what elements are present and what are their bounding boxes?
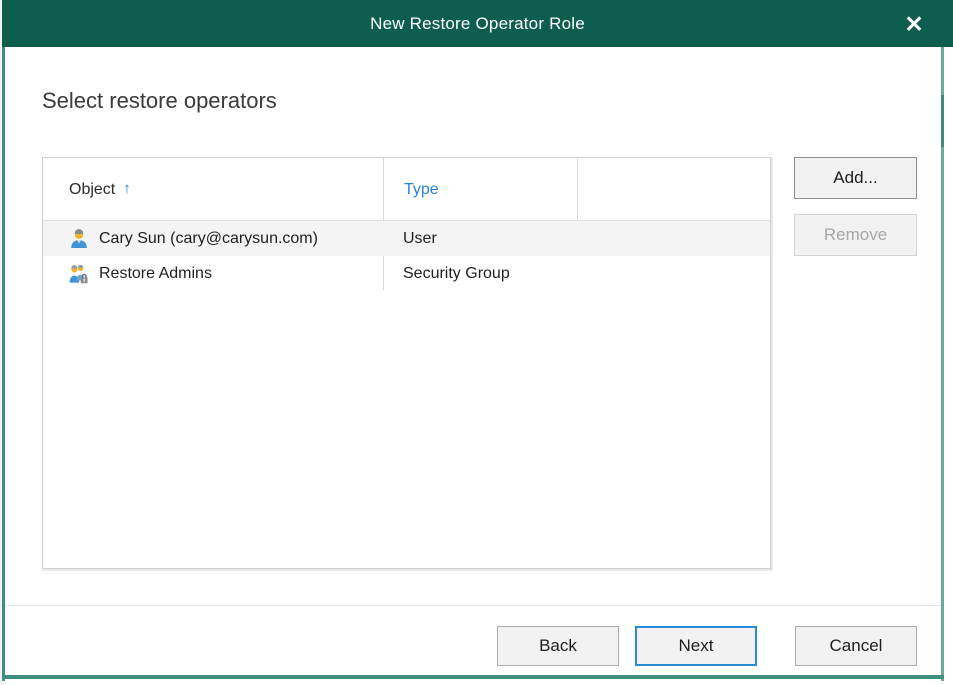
- dialog-body: Select restore operators Object ↑ Type C…: [5, 50, 941, 675]
- next-button[interactable]: Next: [635, 626, 757, 666]
- column-divider-3: [770, 158, 771, 221]
- sort-ascending-icon: ↑: [123, 180, 131, 197]
- footer-separator: [5, 605, 941, 606]
- table-cell-type: User: [403, 229, 437, 247]
- table-cell-object-label: Cary Sun (cary@carysun.com): [99, 229, 318, 247]
- user-icon: [71, 228, 87, 248]
- column-divider-2: [577, 158, 578, 221]
- title-bar: New Restore Operator Role ✕: [2, 0, 953, 47]
- table-cell-object: Restore Admins: [43, 256, 383, 291]
- new-restore-operator-role-dialog: New Restore Operator Role ✕ Select resto…: [0, 0, 953, 685]
- page-title: Select restore operators: [42, 88, 277, 113]
- table-body: Cary Sun (cary@carysun.com) User Restore…: [43, 221, 770, 291]
- column-header-object[interactable]: Object ↑: [43, 158, 383, 221]
- close-icon[interactable]: ✕: [897, 8, 931, 40]
- column-header-type[interactable]: Type: [383, 158, 577, 221]
- add-button[interactable]: Add...: [794, 157, 917, 199]
- cancel-button[interactable]: Cancel: [795, 626, 917, 666]
- table-row[interactable]: Cary Sun (cary@carysun.com) User: [43, 221, 770, 256]
- window-title: New Restore Operator Role: [370, 14, 585, 33]
- table-row[interactable]: Restore Admins Security Group: [43, 256, 770, 291]
- column-header-object-label: Object: [69, 180, 116, 198]
- column-header-type-label: Type: [404, 180, 439, 198]
- restore-operators-list[interactable]: Object ↑ Type Cary Sun (cary@carysun.com…: [42, 157, 771, 569]
- window-frame-bottom: [2, 675, 944, 679]
- column-header-blank[interactable]: [577, 158, 770, 221]
- security-group-icon: [69, 264, 88, 283]
- table-header-row: Object ↑ Type: [43, 158, 770, 221]
- window-scrollbar-thumb[interactable]: [941, 95, 944, 147]
- table-cell-object: Cary Sun (cary@carysun.com): [43, 221, 383, 256]
- remove-button[interactable]: Remove: [794, 214, 917, 256]
- table-cell-type: Security Group: [403, 264, 510, 282]
- table-cell-object-label: Restore Admins: [99, 264, 212, 282]
- back-button[interactable]: Back: [497, 626, 619, 666]
